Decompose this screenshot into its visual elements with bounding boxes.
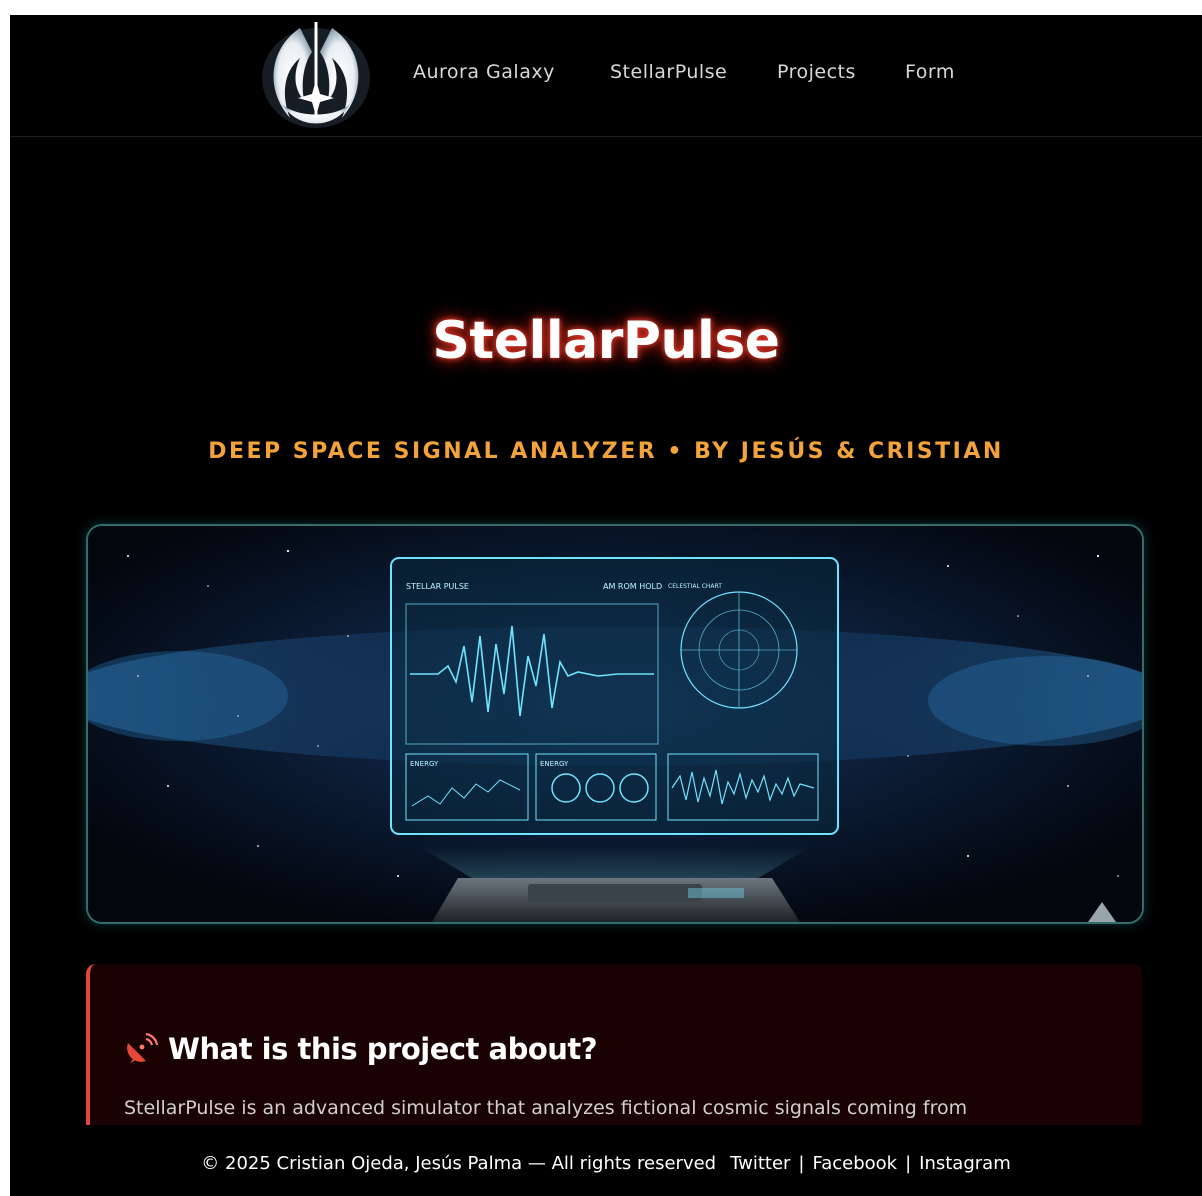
hologram-energy-label: ENERGY <box>410 760 439 768</box>
footer-content: © 2025 Cristian Ojeda, Jesús Palma — All… <box>10 1153 1202 1174</box>
about-card: What is this project about? StellarPulse… <box>86 964 1142 1134</box>
about-body: StellarPulse is an advanced simulator th… <box>124 1097 968 1119</box>
hologram-energy-label-2: ENERGY <box>540 760 569 768</box>
footer-separator: | <box>905 1153 912 1174</box>
about-heading: What is this project about? <box>124 1032 598 1066</box>
hologram-brand-text: STELLAR PULSE <box>406 582 469 591</box>
footer: © 2025 Cristian Ojeda, Jesús Palma — All… <box>10 1125 1202 1196</box>
footer-copyright: © 2025 Cristian Ojeda, Jesús Palma — All… <box>201 1153 717 1174</box>
footer-link-twitter[interactable]: Twitter <box>730 1153 790 1174</box>
hologram-status-text: AM ROM HOLD <box>603 582 662 591</box>
nav-link-form[interactable]: Form <box>905 61 955 83</box>
page: Aurora Galaxy StellarPulse Projects Form… <box>10 15 1202 1196</box>
satellite-dish-icon <box>127 1033 158 1063</box>
navbar: Aurora Galaxy StellarPulse Projects Form <box>10 15 1202 137</box>
nav-link-projects[interactable]: Projects <box>777 61 856 83</box>
page-title: StellarPulse <box>432 311 780 371</box>
page-subtitle: DEEP SPACE SIGNAL ANALYZER • BY JESÚS & … <box>208 439 1004 464</box>
hero-image: STELLAR PULSE AM ROM HOLD CELESTIAL CHAR… <box>86 524 1144 924</box>
nav-link-aurora-galaxy[interactable]: Aurora Galaxy <box>413 61 555 83</box>
about-heading-text: What is this project about? <box>168 1032 598 1066</box>
hologram-chart-label: CELESTIAL CHART <box>668 583 722 590</box>
footer-link-facebook[interactable]: Facebook <box>813 1153 898 1174</box>
jedi-order-logo[interactable] <box>260 18 372 130</box>
nav-link-stellarpulse[interactable]: StellarPulse <box>610 61 727 83</box>
footer-separator: | <box>798 1153 805 1174</box>
footer-link-instagram[interactable]: Instagram <box>919 1153 1011 1174</box>
hologram-illustration: STELLAR PULSE AM ROM HOLD CELESTIAL CHAR… <box>88 526 1142 922</box>
